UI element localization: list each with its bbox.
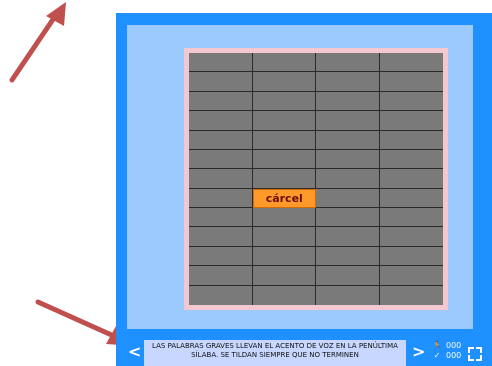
correct-value: 000 xyxy=(446,351,462,360)
bottom-bar: < LAS PALABRAS GRAVES LLEVAN EL ACENTO D… xyxy=(116,329,492,366)
message-text: LAS PALABRAS GRAVES LLEVAN EL ACENTO DE … xyxy=(152,342,398,359)
tile[interactable] xyxy=(316,169,380,189)
tile[interactable] xyxy=(189,53,253,73)
tile[interactable] xyxy=(316,285,380,305)
next-button[interactable]: > xyxy=(412,342,425,361)
tile[interactable] xyxy=(379,72,443,92)
tile[interactable] xyxy=(252,246,316,267)
tile[interactable] xyxy=(252,91,316,112)
tile[interactable] xyxy=(189,266,253,286)
fullscreen-icon[interactable] xyxy=(468,347,482,361)
tile[interactable] xyxy=(189,169,253,189)
tile[interactable] xyxy=(379,169,443,189)
tile[interactable] xyxy=(316,149,380,170)
board-border: cárcel xyxy=(184,48,448,310)
tile[interactable] xyxy=(252,266,316,286)
tile[interactable] xyxy=(316,246,380,267)
tile[interactable] xyxy=(316,208,380,228)
tile[interactable] xyxy=(379,246,443,267)
tile[interactable] xyxy=(189,246,253,267)
message-box: LAS PALABRAS GRAVES LLEVAN EL ACENTO DE … xyxy=(144,340,406,366)
annotation-arrow-top xyxy=(9,2,66,83)
tile[interactable] xyxy=(316,72,380,92)
tile[interactable] xyxy=(316,227,380,247)
tile[interactable] xyxy=(316,53,380,73)
tile[interactable] xyxy=(252,53,316,73)
tile[interactable] xyxy=(379,285,443,305)
moves-value: 000 xyxy=(446,341,462,350)
tile[interactable] xyxy=(189,227,253,247)
tile[interactable] xyxy=(379,91,443,112)
tile[interactable] xyxy=(252,149,316,170)
tile[interactable] xyxy=(379,149,443,170)
game-window: cárcel < LAS PALABRAS GRAVES LLEVAN EL A… xyxy=(116,13,492,366)
tile[interactable] xyxy=(189,149,253,170)
tile-grid: cárcel xyxy=(189,53,443,305)
tile[interactable] xyxy=(189,91,253,112)
fullscreen-corner-bl xyxy=(468,355,474,361)
tile[interactable] xyxy=(252,208,316,228)
tile[interactable] xyxy=(189,285,253,305)
tile[interactable] xyxy=(379,188,443,209)
tile[interactable] xyxy=(379,227,443,247)
tile[interactable] xyxy=(189,72,253,92)
tile[interactable] xyxy=(379,208,443,228)
tile[interactable] xyxy=(316,130,380,150)
fullscreen-corner-tr xyxy=(476,347,482,353)
top-text xyxy=(0,0,492,10)
runner-icon: 🏃 xyxy=(432,341,442,350)
tile[interactable] xyxy=(379,130,443,150)
tile[interactable] xyxy=(252,111,316,131)
board-panel: cárcel xyxy=(127,25,473,329)
tile[interactable] xyxy=(252,227,316,247)
tile[interactable] xyxy=(189,188,253,209)
prev-button[interactable]: < xyxy=(128,342,141,361)
tile[interactable] xyxy=(379,53,443,73)
tile[interactable] xyxy=(252,285,316,305)
tile[interactable] xyxy=(189,111,253,131)
tile[interactable] xyxy=(252,169,316,189)
tile[interactable] xyxy=(189,208,253,228)
correct-counter: ✓ 000 xyxy=(432,351,462,361)
tile[interactable] xyxy=(316,188,380,209)
tile[interactable] xyxy=(252,130,316,150)
check-icon: ✓ xyxy=(433,351,441,360)
tile[interactable] xyxy=(379,266,443,286)
tile[interactable] xyxy=(189,130,253,150)
tile-selected[interactable]: cárcel xyxy=(252,188,316,209)
tile[interactable] xyxy=(316,266,380,286)
counters: 🏃 000 ✓ 000 xyxy=(432,341,461,361)
fullscreen-corner-tl xyxy=(468,347,474,353)
fullscreen-corner-br xyxy=(476,355,482,361)
tile[interactable] xyxy=(316,91,380,112)
tile[interactable] xyxy=(379,111,443,131)
moves-counter: 🏃 000 xyxy=(432,341,461,351)
tile[interactable] xyxy=(252,72,316,92)
tile[interactable] xyxy=(316,111,380,131)
